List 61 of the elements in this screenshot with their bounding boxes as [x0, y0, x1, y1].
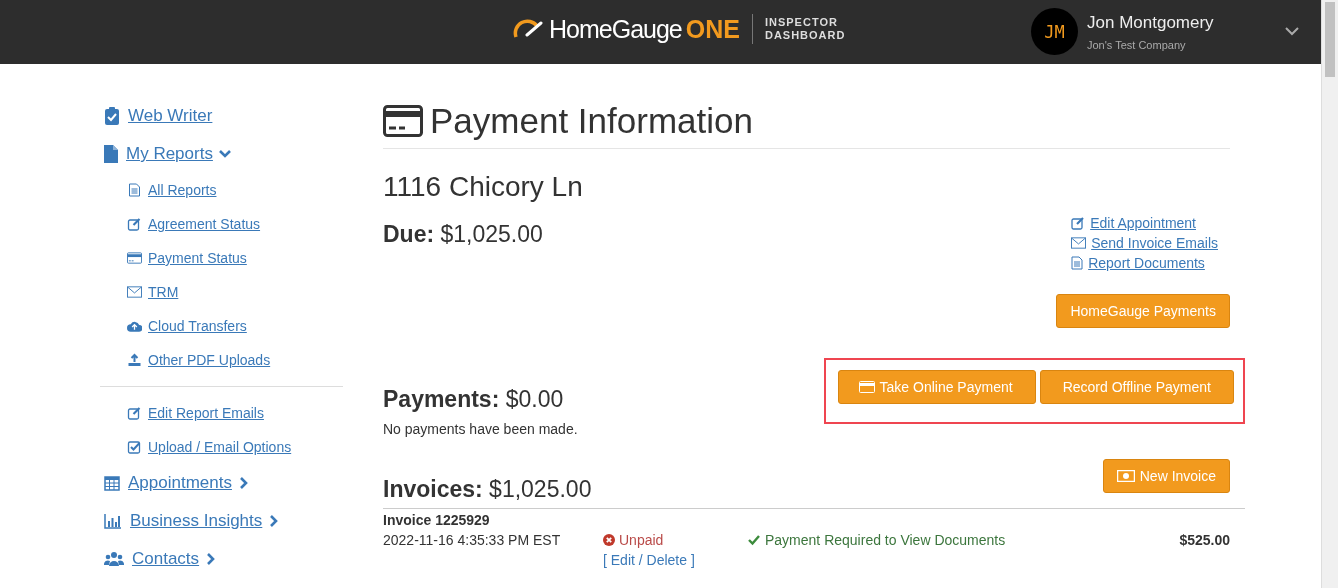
invoices-total: Invoices: $1,025.00 [383, 476, 592, 503]
calendar-icon [104, 475, 120, 491]
envelope-icon [127, 286, 142, 298]
subtitle: INSPECTOR [764, 16, 839, 29]
nav-link[interactable]: Agreement Status [148, 216, 261, 232]
document-requirement: Payment Required to View Documents [765, 532, 1006, 548]
due-amount: Due: $1,025.00 [383, 221, 544, 248]
chevron-down-icon[interactable] [1285, 27, 1299, 36]
document-icon [104, 145, 118, 163]
brand-accent: ONE [685, 14, 740, 44]
check-icon [748, 534, 760, 546]
nav-link[interactable]: Upload / Email Options [148, 439, 292, 455]
user-name: Jon Montgomery [1087, 12, 1215, 33]
cloud-upload-icon [127, 320, 142, 332]
brand-name: HomeGauge [549, 14, 682, 44]
nav-link[interactable]: Edit Report Emails [148, 405, 264, 421]
credit-card-icon [383, 105, 423, 137]
chevron-right-icon[interactable] [237, 477, 250, 489]
credit-card-icon [127, 252, 142, 264]
envelope-icon [1071, 237, 1087, 249]
nav-link[interactable]: Contacts [132, 549, 200, 569]
gauge-icon [513, 19, 543, 39]
nav-link[interactable]: Appointments [128, 473, 232, 493]
page-title: Payment Information [430, 101, 753, 141]
nav-link[interactable]: My Reports [126, 144, 213, 164]
nav-link[interactable]: All Reports [148, 182, 217, 198]
action-link[interactable]: Report Documents [1088, 255, 1205, 271]
edit-icon [1071, 216, 1086, 230]
invoice-status: Unpaid [603, 532, 748, 548]
bar-chart-icon [104, 513, 122, 529]
nav-link[interactable]: Payment Status [148, 250, 247, 266]
chevron-down-icon[interactable] [218, 148, 231, 160]
nav-link[interactable]: Other PDF Uploads [148, 352, 271, 368]
property-address: 1116 Chicory Ln [383, 171, 583, 203]
document-icon [1071, 256, 1084, 270]
users-icon [104, 551, 124, 567]
nav-link[interactable]: Cloud Transfers [148, 318, 247, 334]
checkbox-icon [127, 440, 142, 454]
upload-icon [127, 353, 142, 367]
edit-delete-link[interactable]: [ Edit / Delete ] [603, 552, 748, 568]
edit-icon [127, 217, 142, 231]
credit-card-icon [858, 381, 875, 393]
nav-link[interactable]: TRM [148, 284, 179, 300]
scrollbar[interactable] [1321, 0, 1338, 588]
nav-link[interactable]: Business Insights [130, 511, 263, 531]
avatar[interactable]: JM [1031, 8, 1078, 55]
company-name: Jon's Test Company [1087, 38, 1187, 51]
document-icon [127, 183, 142, 197]
payments-note: No payments have been made. [383, 421, 578, 437]
money-icon [1116, 470, 1135, 482]
edit-icon [127, 406, 142, 420]
invoice-date: 2022-11-16 4:35:33 PM EST [383, 532, 562, 548]
action-link[interactable]: Edit Appointment [1090, 215, 1196, 231]
invoice-amount: $525.00 [1179, 532, 1230, 548]
clipboard-check-icon [104, 107, 120, 125]
subtitle: DASHBOARD [764, 29, 846, 42]
error-icon [603, 534, 615, 546]
action-link[interactable]: Send Invoice Emails [1091, 235, 1218, 251]
invoice-title: Invoice 1225929 [383, 512, 491, 528]
payments-total: Payments: $0.00 [383, 386, 565, 413]
nav-link[interactable]: Web Writer [128, 106, 213, 126]
